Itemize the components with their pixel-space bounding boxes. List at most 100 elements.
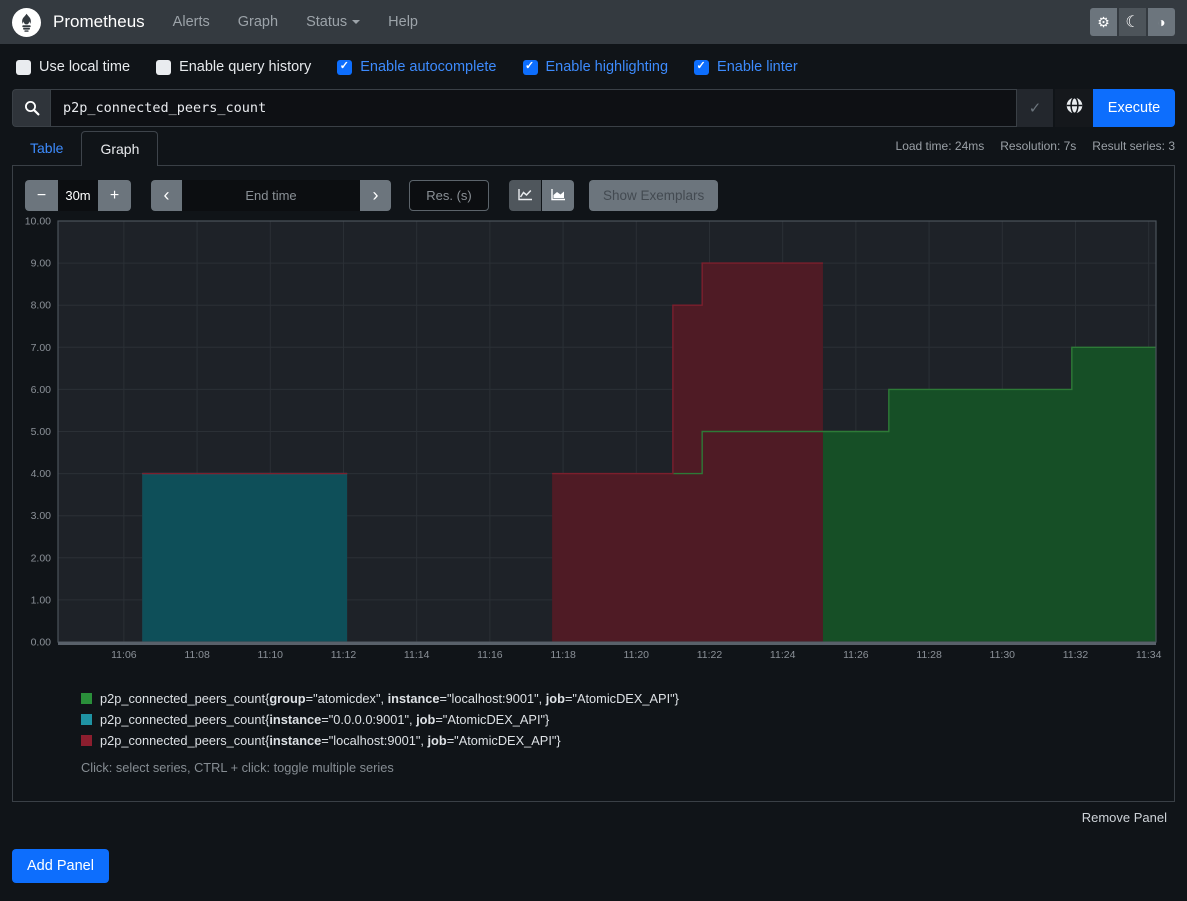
svg-text:7.00: 7.00 — [31, 342, 52, 354]
range-input[interactable] — [58, 180, 98, 211]
series-swatch — [81, 693, 92, 704]
caret-down-icon — [352, 20, 360, 24]
svg-text:11:34: 11:34 — [1136, 649, 1162, 661]
option-label: Use local time — [39, 59, 130, 75]
graph-panel: − + ‹ › Show Exemplars 10.009.008.007.00… — [12, 166, 1175, 802]
svg-text:11:08: 11:08 — [184, 649, 210, 661]
checkbox — [694, 60, 709, 75]
legend: p2p_connected_peers_count{group="atomicd… — [81, 691, 1162, 748]
minus-icon: − — [37, 187, 46, 205]
linter-status-icon: ✓ — [1017, 89, 1053, 127]
nav-links: Alerts Graph Status Help — [173, 14, 418, 30]
legend-item[interactable]: p2p_connected_peers_count{group="atomicd… — [81, 691, 1162, 706]
tab-table[interactable]: Table — [12, 131, 81, 165]
end-time-forward-button[interactable]: › — [360, 180, 391, 211]
end-time-input[interactable] — [182, 180, 360, 211]
option-enable-highlighting[interactable]: Enable highlighting — [523, 59, 669, 75]
svg-text:11:22: 11:22 — [697, 649, 723, 661]
svg-text:11:26: 11:26 — [843, 649, 869, 661]
end-time-back-button[interactable]: ‹ — [151, 180, 182, 211]
series-label: p2p_connected_peers_count{instance="loca… — [100, 733, 561, 748]
range-stepper: − + — [25, 180, 131, 211]
options-row: Use local time Enable query history Enab… — [0, 44, 1187, 89]
resolution: Resolution: 7s — [1000, 139, 1076, 153]
svg-text:10.00: 10.00 — [25, 216, 51, 228]
tab-graph[interactable]: Graph — [81, 131, 158, 166]
legend-item[interactable]: p2p_connected_peers_count{instance="loca… — [81, 733, 1162, 748]
svg-text:11:28: 11:28 — [916, 649, 942, 661]
svg-text:1.00: 1.00 — [31, 594, 52, 606]
contrast-icon: ◑ — [1157, 14, 1165, 30]
graph-canvas[interactable]: 10.009.008.007.006.005.004.003.002.001.0… — [25, 214, 1164, 666]
query-stats: Load time: 24ms Resolution: 7s Result se… — [896, 139, 1175, 165]
svg-text:11:20: 11:20 — [624, 649, 650, 661]
option-label: Enable linter — [717, 59, 798, 75]
brand-link[interactable]: Prometheus — [12, 8, 145, 37]
query-input[interactable] — [50, 89, 1017, 127]
show-exemplars-button[interactable]: Show Exemplars — [589, 180, 718, 211]
add-panel-button[interactable]: Add Panel — [12, 849, 109, 883]
stacked-chart-icon — [551, 188, 566, 204]
svg-text:9.00: 9.00 — [31, 258, 52, 270]
metrics-explorer-button[interactable] — [1055, 89, 1093, 127]
series-label: p2p_connected_peers_count{group="atomicd… — [100, 691, 679, 706]
nav-item-status[interactable]: Status — [306, 14, 360, 30]
svg-text:2.00: 2.00 — [31, 552, 52, 564]
svg-text:11:06: 11:06 — [111, 649, 137, 661]
option-label: Enable query history — [179, 59, 311, 75]
chart-type-toggle — [509, 180, 574, 211]
chart-area: 10.009.008.007.006.005.004.003.002.001.0… — [25, 214, 1162, 671]
nav-item-graph[interactable]: Graph — [238, 14, 278, 30]
svg-text:6.00: 6.00 — [31, 384, 52, 396]
option-label: Enable autocomplete — [360, 59, 496, 75]
svg-text:11:30: 11:30 — [990, 649, 1016, 661]
search-icon — [12, 89, 50, 127]
option-enable-linter[interactable]: Enable linter — [694, 59, 798, 75]
svg-text:11:32: 11:32 — [1063, 649, 1089, 661]
legend-hint: Click: select series, CTRL + click: togg… — [81, 760, 1162, 775]
svg-text:11:24: 11:24 — [770, 649, 796, 661]
svg-text:0.00: 0.00 — [31, 637, 52, 649]
execute-button[interactable]: Execute — [1093, 89, 1175, 127]
series-swatch — [81, 714, 92, 725]
line-chart-icon — [518, 188, 533, 204]
option-label: Enable highlighting — [546, 59, 669, 75]
svg-text:3.00: 3.00 — [31, 510, 52, 522]
series-swatch — [81, 735, 92, 746]
svg-text:11:18: 11:18 — [550, 649, 576, 661]
theme-auto-button[interactable]: ◑ — [1148, 8, 1175, 36]
navbar: Prometheus Alerts Graph Status Help ⚙ ☾ … — [0, 0, 1187, 44]
plus-icon: + — [110, 187, 119, 205]
settings-button[interactable]: ⚙ — [1090, 8, 1117, 36]
chevron-right-icon: › — [373, 185, 379, 206]
stacked-chart-button[interactable] — [542, 180, 574, 211]
legend-item[interactable]: p2p_connected_peers_count{instance="0.0.… — [81, 712, 1162, 727]
series-label: p2p_connected_peers_count{instance="0.0.… — [100, 712, 549, 727]
svg-text:5.00: 5.00 — [31, 426, 52, 438]
result-series: Result series: 3 — [1092, 139, 1175, 153]
option-enable-query-history[interactable]: Enable query history — [156, 59, 311, 75]
option-use-local-time[interactable]: Use local time — [16, 59, 130, 75]
moon-icon: ☾ — [1125, 12, 1139, 32]
range-decrease-button[interactable]: − — [25, 180, 58, 211]
check-icon: ✓ — [1029, 99, 1042, 117]
prometheus-logo-icon — [12, 8, 41, 37]
line-chart-button[interactable] — [509, 180, 541, 211]
svg-text:11:14: 11:14 — [404, 649, 430, 661]
range-increase-button[interactable]: + — [98, 180, 131, 211]
tab-bar: Table Graph Load time: 24ms Resolution: … — [12, 131, 1175, 166]
svg-text:4.00: 4.00 — [31, 468, 52, 480]
resolution-input[interactable] — [409, 180, 489, 211]
checkbox — [156, 60, 171, 75]
nav-item-alerts[interactable]: Alerts — [173, 14, 210, 30]
brand-title: Prometheus — [53, 12, 145, 32]
checkbox — [337, 60, 352, 75]
gear-icon: ⚙ — [1097, 14, 1110, 31]
remove-panel-link[interactable]: Remove Panel — [1082, 810, 1167, 825]
graph-controls: − + ‹ › Show Exemplars — [25, 180, 1162, 211]
svg-text:11:16: 11:16 — [477, 649, 503, 661]
option-enable-autocomplete[interactable]: Enable autocomplete — [337, 59, 496, 75]
nav-item-help[interactable]: Help — [388, 14, 418, 30]
checkbox — [523, 60, 538, 75]
theme-dark-button[interactable]: ☾ — [1119, 8, 1146, 36]
